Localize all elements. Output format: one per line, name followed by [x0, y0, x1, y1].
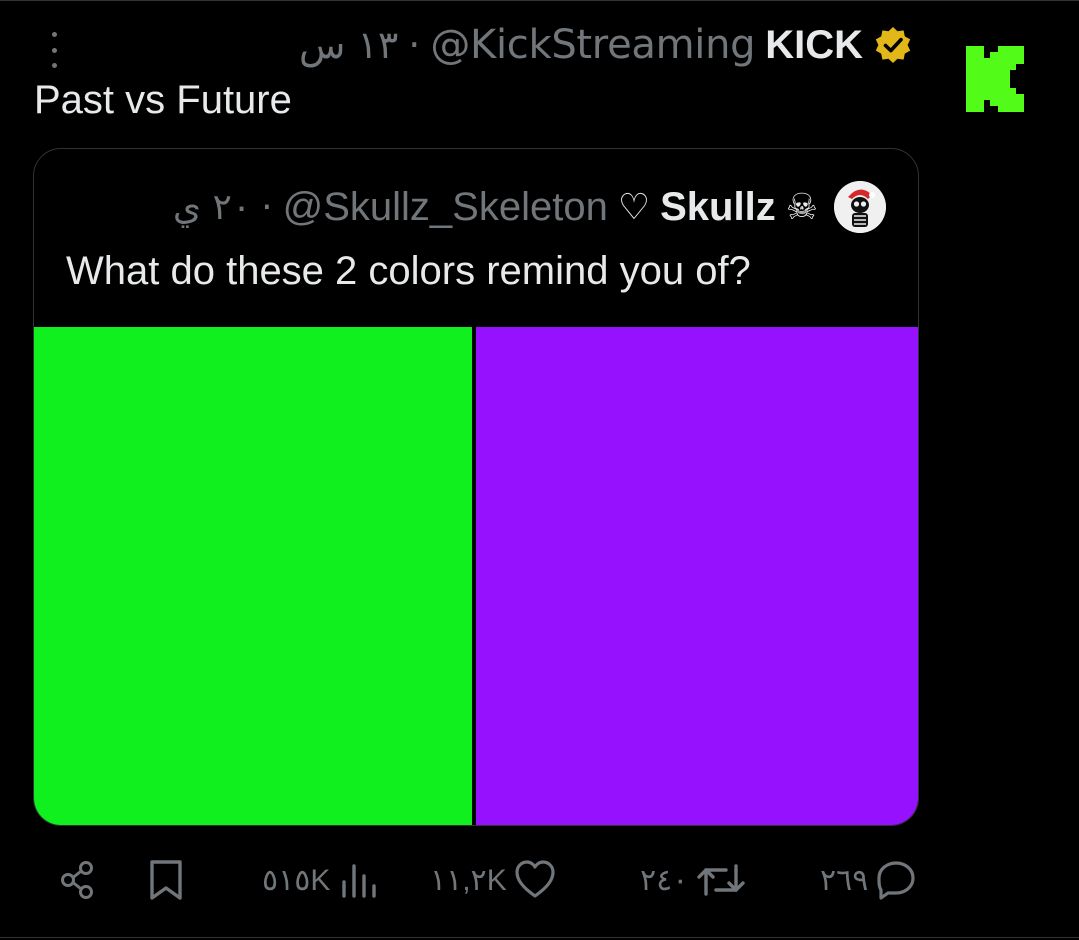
- reply-icon: [877, 861, 915, 900]
- heart-emoji-icon: ♡: [617, 186, 651, 228]
- views-count: ٥١٥K: [262, 863, 331, 897]
- separator-dot: ·: [408, 23, 421, 67]
- tweet-page: ١٣ س · @KickStreaming KICK Past vs Futur…: [0, 0, 1079, 940]
- purple-color-swatch[interactable]: [476, 327, 918, 825]
- quote-author-name[interactable]: Skullz: [660, 185, 776, 230]
- bottom-divider: [0, 937, 1079, 938]
- reposts-count: ٢٤٠: [640, 863, 689, 897]
- skeleton-avatar-icon: [834, 181, 886, 233]
- replies-count: ٢٦٩: [820, 863, 869, 897]
- likes-count: ١١,٢K: [430, 863, 507, 897]
- green-color-swatch[interactable]: [34, 327, 472, 825]
- views-button[interactable]: ٥١٥K: [262, 848, 382, 912]
- quote-text: What do these 2 colors remind you of?: [66, 249, 751, 293]
- quoted-tweet-card[interactable]: ٢٠ ي · @Skullz_Skeleton ♡ Skullz ☠ What …: [33, 148, 919, 826]
- tweet-text: Past vs Future: [34, 78, 292, 122]
- author-handle[interactable]: @KickStreaming: [430, 22, 755, 68]
- quote-author-avatar[interactable]: [834, 181, 886, 233]
- skull-crossbones-icon: ☠: [785, 186, 818, 228]
- quote-media[interactable]: [34, 327, 918, 825]
- reply-button[interactable]: ٢٦٩: [820, 848, 918, 912]
- more-options-icon[interactable]: [42, 32, 66, 68]
- bookmark-icon: [150, 860, 182, 900]
- quote-author-handle[interactable]: @Skullz_Skeleton: [283, 185, 608, 230]
- heart-icon: [515, 860, 555, 898]
- action-bar: ٥١٥K ١١,٢K ٢٤٠ ٢٦٩: [0, 848, 1079, 912]
- quote-header: ٢٠ ي · @Skullz_Skeleton ♡ Skullz ☠: [173, 179, 886, 235]
- bookmark-button[interactable]: [146, 848, 186, 912]
- author-name[interactable]: KICK: [765, 23, 863, 68]
- views-icon: [342, 864, 377, 898]
- verified-badge-icon: [875, 27, 911, 63]
- tweet-header: ١٣ س · @KickStreaming KICK: [299, 18, 913, 72]
- quote-separator-dot: ·: [261, 186, 273, 228]
- tweet-time[interactable]: ١٣ س: [299, 23, 398, 67]
- repost-icon: [697, 864, 746, 896]
- kick-logo-avatar[interactable]: [962, 42, 1028, 116]
- repost-button[interactable]: ٢٤٠: [640, 848, 748, 912]
- like-button[interactable]: ١١,٢K: [430, 848, 557, 912]
- share-button[interactable]: [56, 848, 100, 912]
- share-icon: [61, 861, 93, 899]
- top-divider: [0, 0, 1079, 1]
- quote-time: ٢٠ ي: [172, 186, 252, 228]
